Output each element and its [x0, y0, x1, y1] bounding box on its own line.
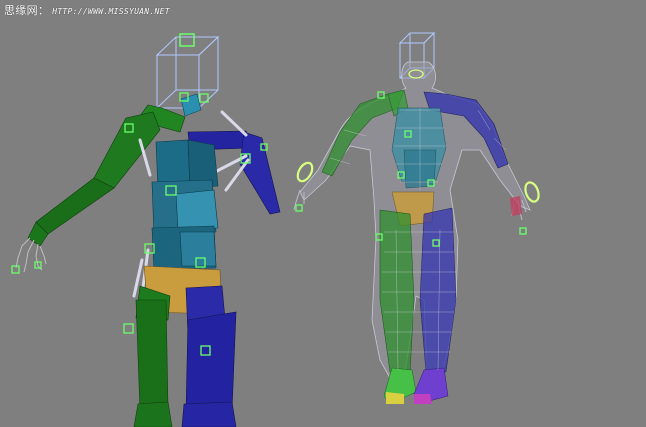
neck-bone[interactable]: [180, 93, 202, 117]
box-rig-model[interactable]: [11, 33, 303, 427]
scene-canvas: [11, 31, 541, 427]
right-upper-arm: [239, 131, 281, 215]
head-helper[interactable]: [179, 33, 195, 47]
left-shin: [135, 299, 169, 411]
mesh-right-hand: [510, 196, 522, 216]
right-leg[interactable]: [181, 285, 237, 427]
right-foot: [181, 401, 237, 427]
skinned-mesh-model[interactable]: [293, 31, 541, 405]
left-foot: [133, 401, 173, 427]
3d-viewport[interactable]: 思缘网： HTTP://WWW.MISSYUAN.NET: [0, 0, 646, 427]
chest-mid-side: [175, 189, 219, 231]
left-leg[interactable]: [133, 285, 173, 427]
torso[interactable]: [151, 139, 219, 271]
left-forearm: [35, 177, 115, 235]
right-shin: [185, 311, 237, 413]
mesh-feet: [383, 367, 449, 405]
abdomen-right: [179, 231, 217, 267]
